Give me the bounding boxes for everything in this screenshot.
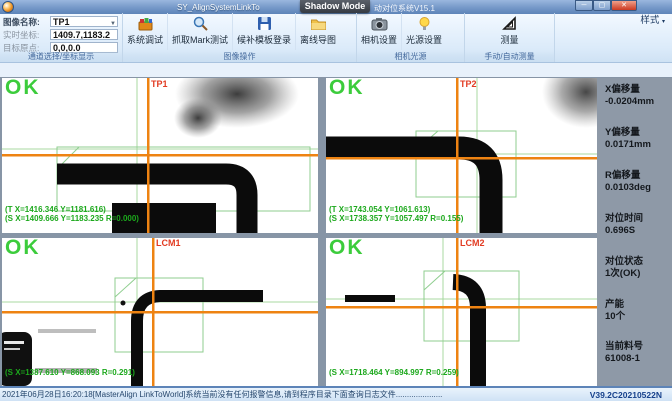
camera-image-lcm2	[326, 238, 597, 386]
group-caption: 手动/自动测量	[465, 51, 554, 62]
ruler-icon	[501, 15, 518, 32]
live-coord-field[interactable]: 1409.7,1183.2	[50, 29, 118, 40]
live-coord-label: 实时坐标:	[3, 29, 50, 41]
readout-value: 0.696S	[605, 225, 643, 237]
camera-grid: OK TP1 (T X=1416.346 Y=1181.616) (S X=14…	[0, 77, 672, 388]
target-coords: (T X=1743.054 Y=1061.613)	[329, 205, 463, 214]
group-caption: 图像操作	[123, 51, 356, 62]
maximize-button[interactable]: ▢	[593, 0, 611, 11]
folder-icon	[310, 15, 327, 32]
app-window: SY_AlignSystemLinkTo 动对位系统V15.1 ─ ▢ ✕ Sh…	[0, 0, 672, 401]
button-label: 系统调试	[127, 33, 163, 46]
backup-template-login-button[interactable]: 候补模板登录	[233, 13, 296, 50]
r-offset-readout: R偏移量0.0103deg	[605, 170, 651, 194]
camera-settings-button[interactable]: 相机设置	[357, 13, 402, 50]
target-coords: (T X=1416.346 Y=1181.616)	[5, 205, 139, 214]
view-label: LCM2	[460, 238, 485, 248]
readout-value: -0.0204mm	[605, 96, 654, 108]
button-label: 相机设置	[361, 33, 397, 46]
status-bar: 2021年06月28日16:20:18[MasterAlign LinkToWo…	[0, 388, 672, 401]
image-name-label: 图像名称:	[3, 16, 50, 28]
view-label: TP1	[151, 79, 168, 89]
group-camera-light: 相机设置 光源设置 相机光源	[357, 13, 465, 62]
align-status-readout: 对位状态1次(OK)	[605, 256, 643, 280]
readout-value: 61008-1	[605, 353, 643, 365]
readout-label: 对位状态	[605, 256, 643, 268]
readout-label: 产能	[605, 299, 625, 311]
readout-value: 1次(OK)	[605, 268, 643, 280]
style-menu[interactable]: 样式 ▾	[640, 14, 665, 29]
group-image-ops: 系统调试 抓取Mark测试 候补模板登录 离线导图 图像操作	[123, 13, 357, 62]
app-orb-icon[interactable]	[2, 1, 14, 13]
button-label: 测量	[500, 33, 518, 46]
view-label: TP2	[460, 79, 477, 89]
readout-label: R偏移量	[605, 170, 651, 182]
coordinate-readout: (T X=1743.054 Y=1061.613) (S X=1738.357 …	[329, 205, 463, 223]
group-caption: 相机光源	[357, 51, 464, 62]
readout-label: Y偏移量	[605, 127, 651, 139]
coordinate-readout: (S X=1387.610 Y=868.093 R=0.291)	[5, 368, 135, 377]
live-coord-value: 1409.7,1183.2	[53, 30, 110, 40]
status-ok: OK	[5, 238, 41, 260]
save-icon	[256, 15, 273, 32]
minimize-button[interactable]: ─	[575, 0, 593, 11]
y-offset-readout: Y偏移量0.0171mm	[605, 127, 651, 151]
x-offset-readout: X偏移量-0.0204mm	[605, 84, 654, 108]
camera-view-lcm1[interactable]: OK LCM1 (S X=1387.610 Y=868.093 R=0.291)	[2, 238, 318, 386]
readout-label: 对位时间	[605, 213, 643, 225]
style-menu-label: 样式	[640, 15, 659, 26]
align-time-readout: 对位时间0.696S	[605, 213, 643, 237]
stage-coords: (S X=1387.610 Y=868.093 R=0.291)	[5, 368, 135, 377]
part-number-readout: 当前料号61008-1	[605, 341, 643, 365]
group-caption: 通道选择/坐标显示	[0, 51, 122, 62]
readout-value: 0.0103deg	[605, 182, 651, 194]
offline-map-button[interactable]: 离线导图	[296, 13, 340, 50]
window-controls: ─ ▢ ✕	[575, 0, 637, 11]
status-message: 2021年06月28日16:20:18[MasterAlign LinkToWo…	[2, 389, 442, 400]
readout-value: 10个	[605, 311, 625, 323]
button-label: 候补模板登录	[237, 33, 291, 46]
magnifier-icon	[192, 15, 209, 32]
close-button[interactable]: ✕	[611, 0, 637, 11]
version-label: V39.2C20210522N	[590, 390, 662, 400]
chevron-down-icon: ▾	[662, 19, 665, 25]
view-label: LCM1	[156, 238, 181, 248]
status-ok: OK	[329, 78, 365, 100]
stage-coords: (S X=1409.666 Y=1183.235 R=0.000)	[5, 214, 139, 223]
window-title: SY_AlignSystemLinkTo	[177, 3, 260, 12]
capacity-readout: 产能10个	[605, 299, 625, 323]
camera-view-lcm2[interactable]: OK LCM2 (S X=1718.464 Y=894.997 R=0.259)	[326, 238, 597, 386]
ribbon-toolbar: 图像名称: TP1▼ 实时坐标: 1409.7,1183.2 目标原点: 0,0…	[0, 13, 672, 63]
image-name-value: TP1	[53, 17, 70, 27]
button-label: 离线导图	[300, 33, 336, 46]
stage-coords: (S X=1718.464 Y=894.997 R=0.259)	[329, 368, 459, 377]
camera-icon	[371, 15, 388, 32]
shadow-mode-tab[interactable]: Shadow Mode	[300, 0, 370, 13]
readout-label: X偏移量	[605, 84, 654, 96]
bulb-icon	[416, 15, 433, 32]
coordinate-readout: (T X=1416.346 Y=1181.616) (S X=1409.666 …	[5, 205, 139, 223]
button-label: 光源设置	[406, 33, 442, 46]
camera-view-tp1[interactable]: OK TP1 (T X=1416.346 Y=1181.616) (S X=14…	[2, 78, 318, 233]
group-channel-coords: 图像名称: TP1▼ 实时坐标: 1409.7,1183.2 目标原点: 0,0…	[0, 13, 123, 62]
measurement-sidebar: X偏移量-0.0204mm Y偏移量0.0171mm R偏移量0.0103deg…	[597, 78, 672, 388]
system-debug-button[interactable]: 系统调试	[123, 13, 168, 50]
toolbox-icon	[137, 15, 154, 32]
stage-coords: (S X=1738.357 Y=1057.497 R=0.155)	[329, 214, 463, 223]
image-name-combo[interactable]: TP1 ▼	[50, 16, 118, 27]
group-measure: 测量 手动/自动测量	[465, 13, 555, 62]
readout-label: 当前料号	[605, 341, 643, 353]
button-label: 抓取Mark测试	[172, 33, 228, 46]
chevron-down-icon: ▼	[110, 19, 116, 27]
measure-button[interactable]: 测量	[496, 13, 522, 50]
status-ok: OK	[5, 78, 41, 100]
readout-value: 0.0171mm	[605, 139, 651, 151]
light-settings-button[interactable]: 光源设置	[402, 13, 446, 50]
grab-mark-test-button[interactable]: 抓取Mark测试	[168, 13, 233, 50]
coordinate-readout: (S X=1718.464 Y=894.997 R=0.259)	[329, 368, 459, 377]
camera-image-lcm1	[2, 238, 318, 386]
status-ok: OK	[329, 238, 365, 260]
camera-view-tp2[interactable]: OK TP2 (T X=1743.054 Y=1061.613) (S X=17…	[326, 78, 597, 233]
